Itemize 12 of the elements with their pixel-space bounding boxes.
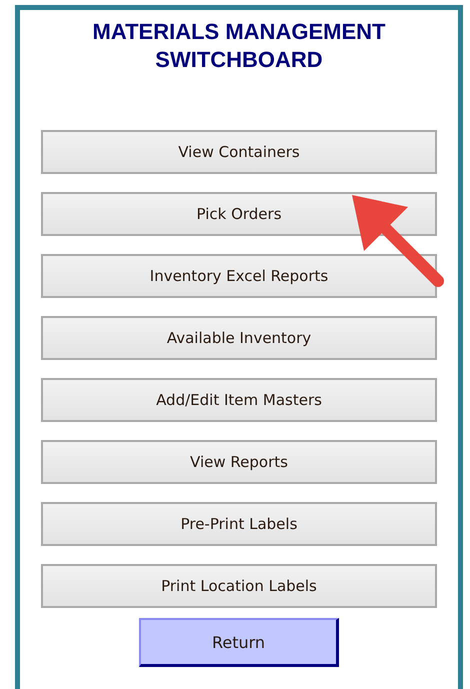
menu-button[interactable]: View Containers [41,130,437,174]
menu-button[interactable]: View Reports [41,440,437,484]
menu-button[interactable]: Pre-Print Labels [41,502,437,546]
menu-button[interactable]: Available Inventory [41,316,437,360]
pointer-arrow-icon [350,193,445,288]
menu-button[interactable]: Print Location Labels [41,564,437,608]
switchboard-title: SWITCHBOARD [154,46,324,74]
menu-button[interactable]: Inventory Excel Reports [41,254,437,298]
switchboard-title: MATERIALS MANAGEMENT [92,18,386,46]
menu-button[interactable]: Pick Orders [41,192,437,236]
return-button[interactable]: Return [139,618,339,667]
menu-button[interactable]: Add/Edit Item Masters [41,378,437,422]
